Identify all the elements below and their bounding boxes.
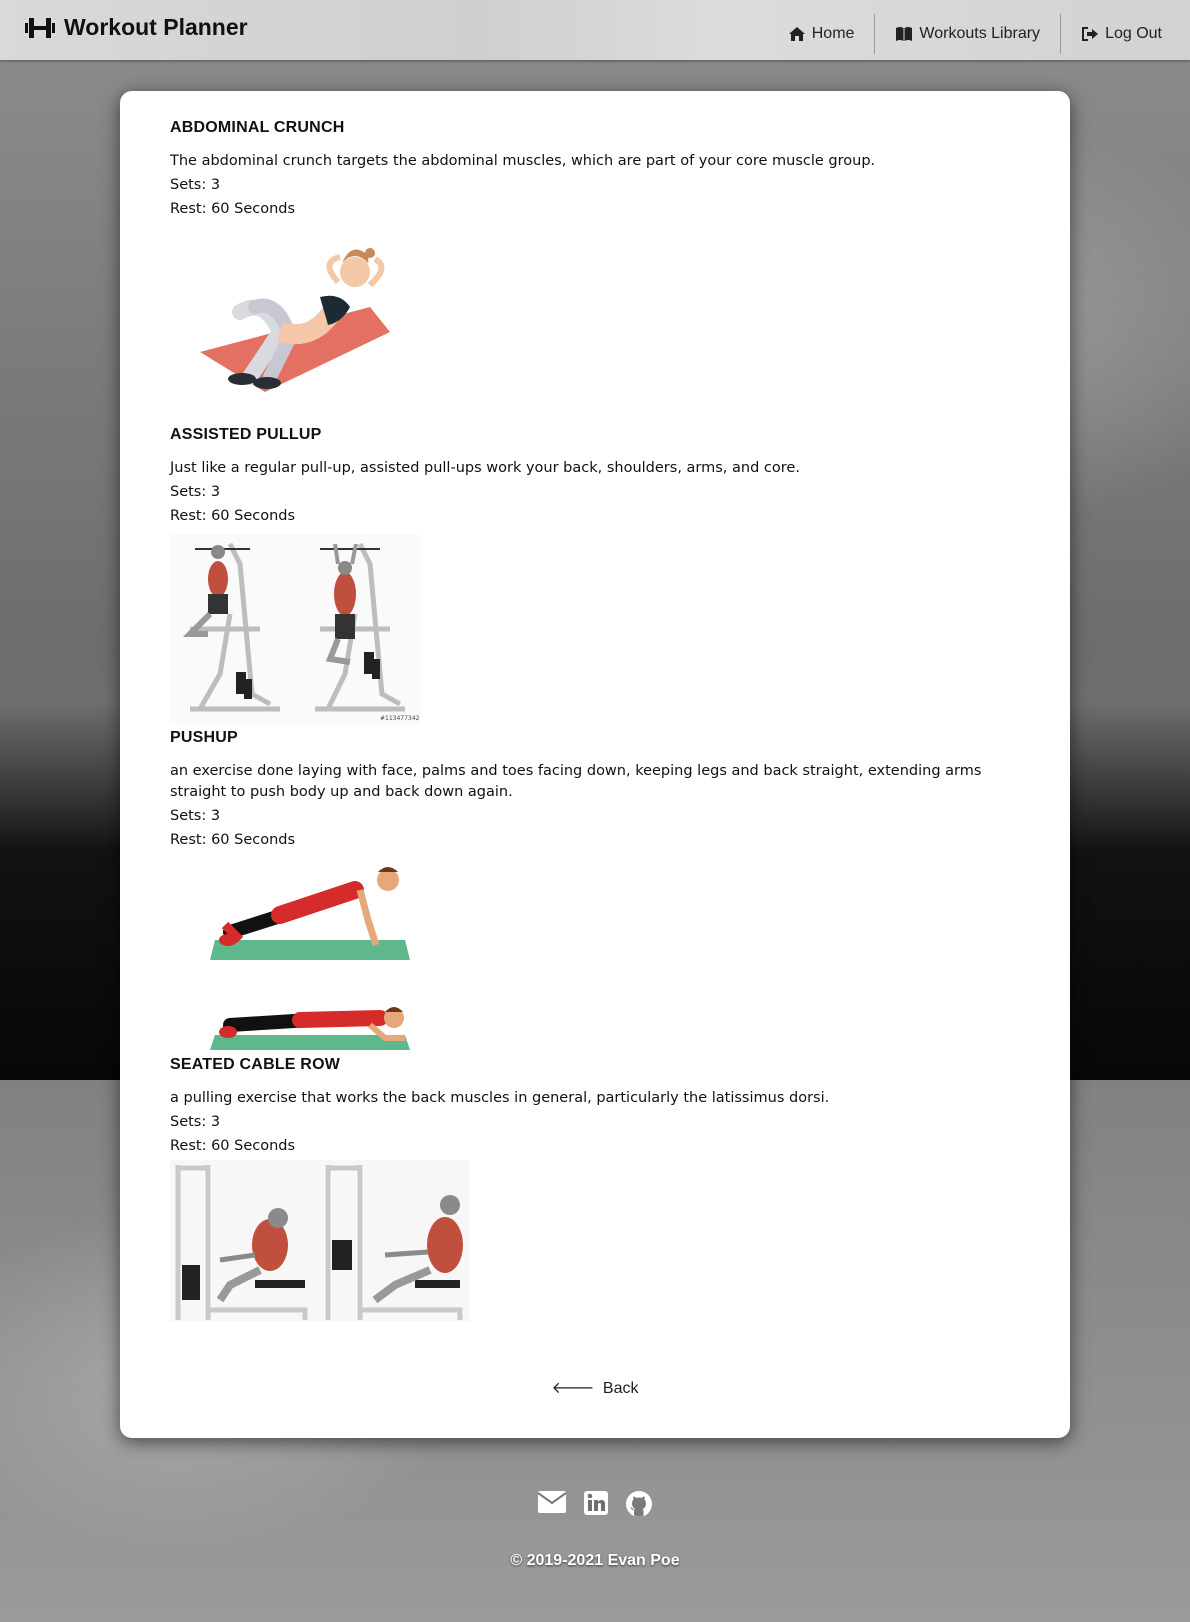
book-icon: [896, 27, 913, 41]
nav-logout[interactable]: Log Out: [1061, 17, 1162, 51]
nav-logout-label: Log Out: [1105, 25, 1162, 42]
abdominal-crunch-image: [200, 248, 390, 392]
exercise-assisted-pullup: ASSISTED PULLUP Just like a regular pull…: [170, 426, 1030, 728]
nav-workouts-library[interactable]: Workouts Library: [875, 17, 1060, 51]
logout-icon: [1082, 27, 1099, 41]
exercise-sets: Sets: 3: [170, 1114, 221, 1130]
back-link[interactable]: 🡐 Back: [120, 1377, 1070, 1398]
home-icon: [788, 27, 805, 41]
exercise-sets: Sets: 3: [170, 484, 221, 500]
email-icon[interactable]: [537, 1490, 567, 1514]
exercise-rest: Rest: 60 Seconds: [170, 201, 296, 217]
exercise-sets: Sets: 3: [170, 808, 221, 824]
pushup-image: [210, 867, 410, 1050]
exercise-description: an exercise done laying with face, palms…: [170, 763, 982, 800]
nav-library-label: Workouts Library: [919, 25, 1041, 42]
image-stock-id: #113477342: [380, 715, 420, 722]
github-icon[interactable]: [625, 1490, 653, 1518]
nav-home[interactable]: Home: [768, 17, 875, 51]
exercise-abdominal-crunch: ABDOMINAL CRUNCH The abdominal crunch ta…: [170, 119, 1030, 421]
nav-links: Home Workouts Library Log Out: [768, 14, 1162, 54]
brand[interactable]: Workout Planner: [24, 14, 248, 41]
exercise-description: a pulling exercise that works the back m…: [170, 1090, 830, 1106]
exercise-description: The abdominal crunch targets the abdomin…: [170, 153, 876, 169]
arrow-left-icon: 🡐: [551, 1380, 595, 1397]
exercise-title: PUSHUP: [170, 729, 238, 746]
back-label: Back: [602, 1380, 639, 1397]
exercise-rest: Rest: 60 Seconds: [170, 1138, 296, 1154]
exercise-pushup: PUSHUP an exercise done laying with face…: [170, 729, 1030, 1054]
exercise-title: ASSISTED PULLUP: [170, 426, 322, 443]
exercise-rest: Rest: 60 Seconds: [170, 508, 296, 524]
exercise-rest: Rest: 60 Seconds: [170, 832, 296, 848]
footer-copyright: © 2019-2021 Evan Poe: [510, 1552, 680, 1569]
exercise-seated-cable-row: SEATED CABLE ROW a pulling exercise that…: [170, 1056, 1030, 1326]
linkedin-icon[interactable]: [583, 1490, 609, 1516]
nav-home-label: Home: [811, 25, 855, 42]
assisted-pullup-image: #113477342: [170, 534, 420, 724]
exercise-description: Just like a regular pull-up, assisted pu…: [170, 460, 800, 476]
navbar: Workout Planner Home Workouts Library Lo…: [0, 0, 1190, 60]
workout-card: ABDOMINAL CRUNCH The abdominal crunch ta…: [120, 91, 1070, 1438]
brand-title: Workout Planner: [64, 14, 248, 40]
exercise-sets: Sets: 3: [170, 177, 221, 193]
seated-cable-row-image: [170, 1160, 470, 1322]
footer-social: [0, 1490, 1190, 1518]
dumbbell-icon: [25, 17, 55, 38]
exercise-title: ABDOMINAL CRUNCH: [170, 119, 345, 136]
exercise-title: SEATED CABLE ROW: [170, 1056, 341, 1073]
